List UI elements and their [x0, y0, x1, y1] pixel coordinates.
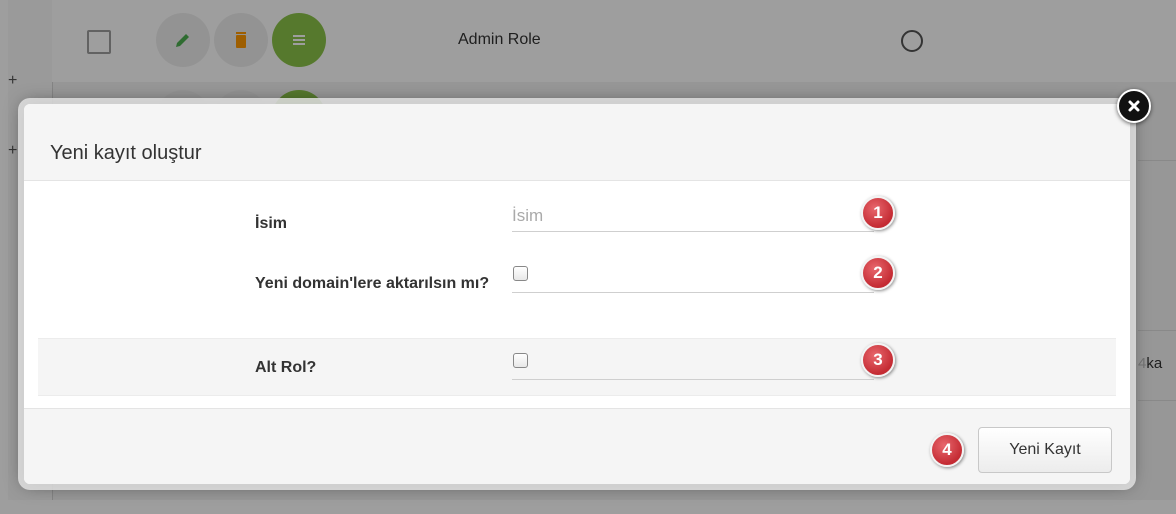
form-row-propagate: Yeni domain'lere aktarılsın mı? 2: [24, 250, 1130, 330]
name-input[interactable]: [512, 204, 852, 228]
propagate-label: Yeni domain'lere aktarılsın mı?: [255, 275, 490, 292]
close-icon: [1128, 100, 1140, 112]
step-badge-3: 3: [861, 343, 895, 377]
create-record-button[interactable]: Yeni Kayıt: [978, 427, 1112, 473]
step-badge-1: 1: [861, 196, 895, 230]
propagate-checkbox[interactable]: [513, 266, 528, 281]
subrole-checkbox[interactable]: [513, 353, 528, 368]
create-record-dialog: Yeni kayıt oluştur İsim 1 Yeni domain'le…: [24, 104, 1130, 484]
form-row-subrole: Alt Rol? 3: [38, 338, 1116, 396]
form-row-name: İsim 1: [24, 180, 1130, 250]
subrole-underline: [512, 379, 874, 380]
name-input-underline: [512, 231, 874, 232]
step-badge-4: 4: [930, 433, 964, 467]
subrole-label: Alt Rol?: [255, 359, 317, 376]
propagate-underline: [512, 292, 874, 293]
dialog-footer: 4 Yeni Kayıt: [24, 408, 1130, 484]
name-label: İsim: [255, 215, 288, 232]
dialog-header: Yeni kayıt oluştur: [24, 104, 1130, 181]
close-button[interactable]: [1117, 89, 1151, 123]
dialog-title: Yeni kayıt oluştur: [50, 142, 202, 164]
step-badge-2: 2: [861, 256, 895, 290]
